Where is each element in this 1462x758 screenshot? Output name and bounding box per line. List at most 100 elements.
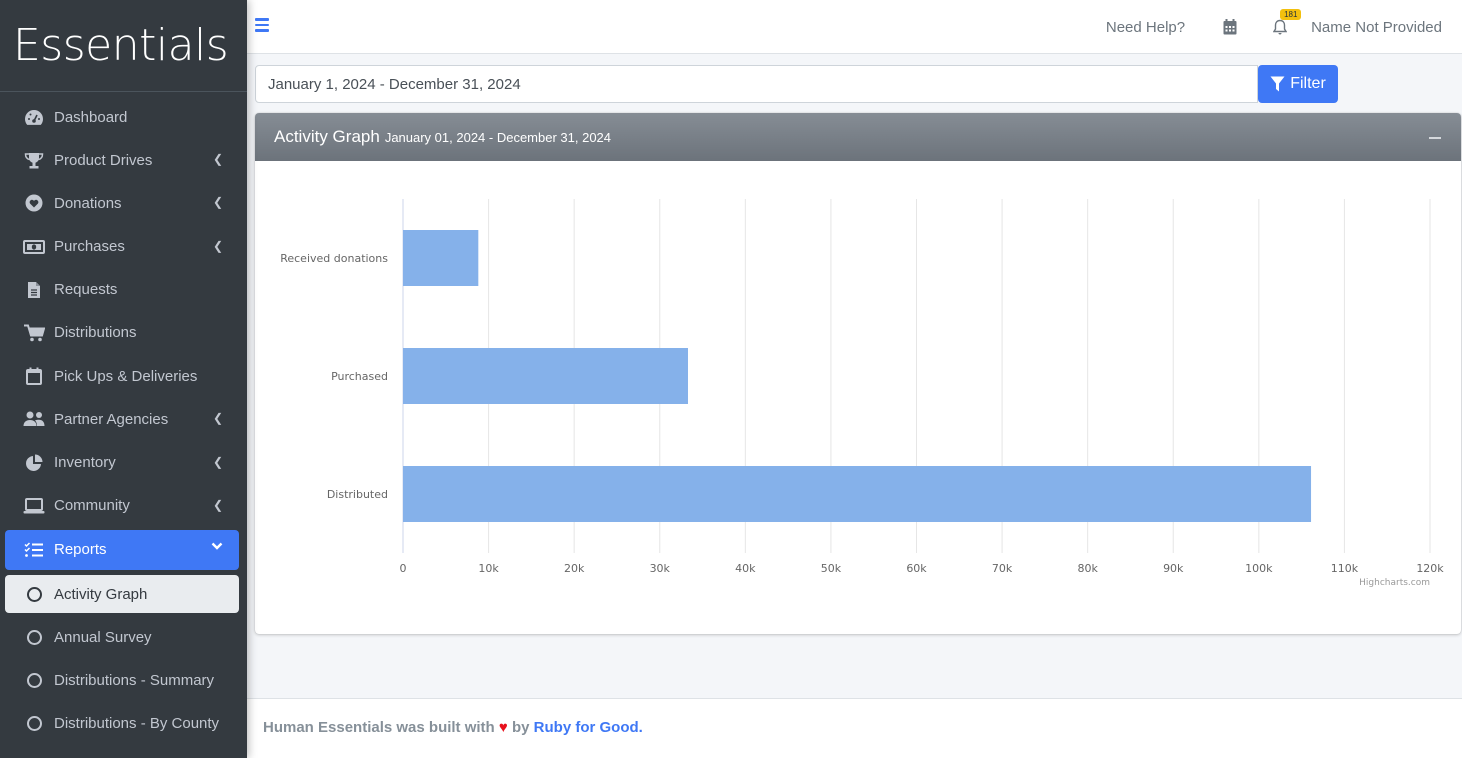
pie-chart-icon — [23, 454, 45, 472]
chevron-left-icon: ❮ — [212, 411, 223, 426]
circle-icon — [23, 585, 45, 603]
sidebar-nav: Dashboard Product Drives ❮ Donations ❮ P… — [0, 92, 247, 743]
x-tick-label: 120k — [1416, 562, 1444, 575]
sidebar-item-requests[interactable]: Requests — [5, 271, 239, 309]
user-menu[interactable]: Name Not Provided — [1311, 19, 1442, 36]
footer-text: Human Essentials was built with — [263, 719, 495, 736]
notifications-bell-icon[interactable]: 181 — [1273, 9, 1302, 35]
sidebar: Essentials Dashboard Product Drives ❮ Do… — [0, 0, 247, 758]
footer-by-text: by — [511, 719, 530, 736]
bar-purchased[interactable] — [403, 348, 688, 404]
chart-credits[interactable]: Highcharts.com — [1359, 578, 1430, 588]
cart-icon — [23, 324, 45, 342]
chart-category-labels: Received donations Purchased Distributed — [280, 252, 388, 501]
card-header: Activity Graph January 01, 2024 - Decemb… — [255, 113, 1461, 161]
chevron-left-icon: ❮ — [212, 454, 223, 469]
collapse-minus-icon[interactable] — [1429, 137, 1441, 139]
brand-logo[interactable]: Essentials — [0, 0, 247, 92]
sidebar-item-label: Partner Agencies — [54, 410, 169, 428]
card-subtitle: January 01, 2024 - December 31, 2024 — [384, 129, 612, 145]
brand-name: Essentials — [13, 20, 229, 71]
activity-chart: Received donations Purchased Distributed 0… — [255, 161, 1461, 634]
top-navbar: Need Help? 181 Name Not Provided — [247, 0, 1462, 54]
chevron-down-icon — [211, 540, 223, 554]
card-title: Activity Graph — [274, 127, 380, 146]
filter-button[interactable]: Filter — [1258, 65, 1338, 103]
x-tick-label: 20k — [564, 562, 585, 575]
x-tick-label: 10k — [478, 562, 499, 575]
filter-button-label: Filter — [1290, 75, 1326, 92]
circle-icon — [23, 715, 45, 733]
sidebar-item-product-drives[interactable]: Product Drives ❮ — [5, 141, 239, 179]
sidebar-item-label: Purchases — [54, 238, 125, 256]
sidebar-item-label: Distributions - Summary — [54, 671, 215, 689]
calendar-icon — [23, 367, 45, 386]
sidebar-item-purchases[interactable]: Purchases ❮ — [5, 228, 239, 266]
category-label: Distributed — [327, 488, 388, 501]
sidebar-item-label: Donations — [54, 194, 122, 212]
circle-icon — [23, 628, 45, 646]
footer: Human Essentials was built with ♥ by Rub… — [247, 698, 1462, 758]
chart-tick-labels: 0 10k 20k 30k 40k 50k 60k 70k 80k 90k 100k 110k 120k — [400, 562, 1445, 575]
tasks-icon — [23, 541, 45, 559]
trophy-icon — [23, 151, 45, 169]
sidebar-item-label: Distributions — [54, 324, 137, 342]
money-bill-icon — [23, 238, 45, 256]
menu-toggle-icon[interactable] — [255, 18, 269, 32]
date-range-input[interactable] — [255, 65, 1258, 103]
x-tick-label: 30k — [650, 562, 671, 575]
chevron-left-icon: ❮ — [212, 195, 223, 210]
sidebar-item-community[interactable]: Community ❮ — [5, 487, 239, 525]
sidebar-subitem-activity-graph[interactable]: Activity Graph — [5, 575, 239, 614]
sidebar-item-reports[interactable]: Reports — [5, 529, 239, 570]
laptop-icon — [23, 497, 45, 515]
sidebar-item-donations[interactable]: Donations ❮ — [5, 184, 239, 222]
sidebar-subitem-distributions-by-county[interactable]: Distributions - By County — [5, 705, 239, 743]
calendar-icon[interactable] — [1223, 19, 1237, 35]
heart-icon: ♥ — [498, 719, 508, 736]
x-tick-label: 0 — [400, 562, 407, 575]
chevron-left-icon: ❮ — [212, 152, 223, 167]
chart-bars — [403, 230, 1312, 522]
sidebar-item-pickups-deliveries[interactable]: Pick Ups & Deliveries — [5, 357, 239, 395]
sidebar-item-label: Dashboard — [54, 108, 128, 126]
sidebar-item-label: Reports — [54, 541, 107, 559]
activity-graph-card: Activity Graph January 01, 2024 - Decemb… — [255, 113, 1461, 634]
sidebar-item-label: Distributions - By County — [54, 715, 220, 733]
sidebar-item-label: Inventory — [54, 454, 116, 471]
sidebar-item-label: Pick Ups & Deliveries — [54, 367, 198, 385]
category-label: Purchased — [331, 370, 388, 383]
chevron-left-icon: ❮ — [212, 238, 223, 253]
need-help-link[interactable]: Need Help? — [1106, 19, 1185, 36]
file-icon — [23, 281, 45, 299]
x-tick-label: 110k — [1331, 562, 1359, 575]
sidebar-item-dashboard[interactable]: Dashboard — [5, 98, 239, 136]
x-tick-label: 90k — [1163, 562, 1184, 575]
x-tick-label: 50k — [821, 562, 842, 575]
footer-period: . — [638, 719, 643, 736]
users-icon — [23, 410, 45, 428]
x-tick-label: 80k — [1077, 562, 1098, 575]
filter-icon — [1270, 76, 1285, 92]
sidebar-item-label: Annual Survey — [54, 628, 152, 646]
bar-received-donations[interactable] — [403, 230, 479, 286]
x-tick-label: 100k — [1245, 562, 1273, 575]
sidebar-item-partner-agencies[interactable]: Partner Agencies ❮ — [5, 400, 239, 438]
x-tick-label: 70k — [992, 562, 1013, 575]
sidebar-item-label: Requests — [54, 281, 118, 299]
chevron-left-icon: ❮ — [212, 497, 223, 512]
sidebar-item-label: Product Drives — [54, 151, 153, 169]
circle-icon — [23, 671, 45, 689]
sidebar-item-label: Community — [54, 497, 130, 515]
notification-count-badge: 181 — [1280, 9, 1302, 20]
sidebar-subitem-annual-survey[interactable]: Annual Survey — [5, 618, 239, 656]
bar-chart-svg: Received donations Purchased Distributed 0… — [280, 199, 1445, 588]
heart-circle-icon — [23, 194, 45, 212]
sidebar-item-distributions[interactable]: Distributions — [5, 314, 239, 352]
x-tick-label: 40k — [735, 562, 756, 575]
category-label: Received donations — [280, 252, 388, 265]
bar-distributed[interactable] — [403, 466, 1312, 522]
sidebar-subitem-distributions-summary[interactable]: Distributions - Summary — [5, 661, 239, 699]
sidebar-item-inventory[interactable]: Inventory ❮ — [5, 444, 239, 482]
ruby-for-good-link[interactable]: Ruby for Good — [534, 719, 639, 736]
